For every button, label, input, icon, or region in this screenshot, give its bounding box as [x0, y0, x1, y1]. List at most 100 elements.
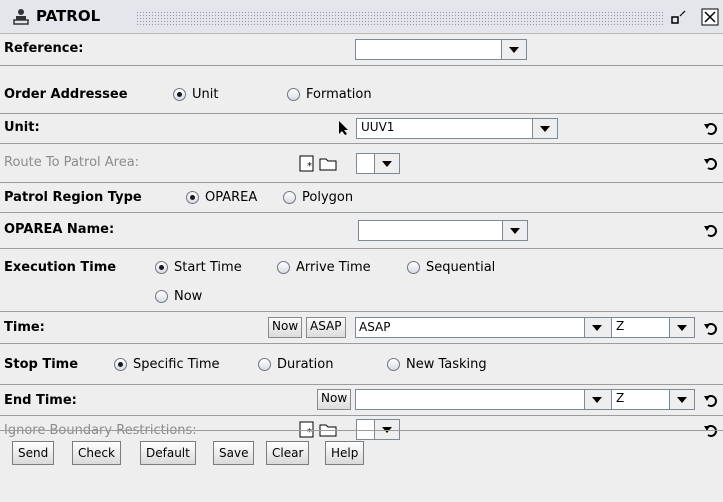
window-title: PATROL [36, 7, 101, 25]
unit-label: Unit: [4, 120, 40, 135]
end-zone-combo[interactable]: Z [611, 389, 695, 410]
svg-text:*: * [307, 427, 312, 438]
radio-oparea-label: OPAREA [205, 190, 258, 205]
default-button[interactable]: Default [140, 441, 196, 465]
person-icon [13, 9, 29, 25]
check-button[interactable]: Check [72, 441, 121, 465]
patrol-region-row: Patrol Region Type OPAREA Polygon [0, 183, 723, 213]
arrow-cursor-icon[interactable] [337, 120, 351, 136]
radio-duration[interactable]: Duration [258, 357, 333, 372]
radio-duration-label: Duration [277, 357, 334, 372]
time-now-button[interactable]: Now [268, 317, 303, 338]
chevron-down-icon[interactable] [374, 154, 399, 173]
radio-unit-indicator[interactable] [173, 88, 186, 101]
radio-start-time[interactable]: Start Time [155, 260, 242, 275]
time-dropdown[interactable] [584, 317, 612, 338]
time-row: Time: Now ASAP ASAP Z [0, 312, 723, 344]
route-row: Route To Patrol Area: * [0, 144, 723, 183]
restore-icon[interactable] [670, 8, 688, 26]
unit-combo[interactable]: UUV1 [356, 118, 558, 139]
end-time-row: End Time: Now Z [0, 385, 723, 416]
patrol-region-label: Patrol Region Type [4, 190, 142, 205]
folder-open-icon[interactable] [318, 154, 338, 173]
order-addressee-label: Order Addressee [4, 87, 128, 102]
radio-now-indicator[interactable] [155, 290, 168, 303]
chevron-down-icon[interactable] [669, 390, 694, 409]
unit-row: Unit: UUV1 [0, 114, 723, 144]
end-dropdown[interactable] [584, 389, 612, 410]
close-icon[interactable] [701, 8, 719, 26]
reference-combo[interactable] [355, 39, 527, 60]
time-zone-combo[interactable]: Z [611, 317, 695, 338]
undo-icon[interactable] [703, 320, 719, 336]
radio-now-label: Now [174, 289, 203, 304]
radio-start-time-label: Start Time [174, 260, 242, 275]
radio-new-tasking[interactable]: New Tasking [387, 357, 487, 372]
radio-arrive-time-indicator[interactable] [277, 261, 290, 274]
radio-polygon-label: Polygon [302, 190, 354, 205]
radio-unit[interactable]: Unit [173, 87, 218, 102]
chevron-down-icon[interactable] [584, 390, 611, 409]
oparea-combo[interactable] [358, 220, 528, 241]
unit-value: UUV1 [361, 120, 395, 134]
reference-row: Reference: [0, 34, 723, 66]
stop-label: Stop Time [4, 357, 79, 372]
chevron-down-icon[interactable] [501, 40, 526, 59]
save-button[interactable]: Save [213, 441, 255, 465]
reference-label: Reference: [4, 41, 84, 56]
end-zone-value: Z [616, 391, 625, 405]
order-addressee-row: Order Addressee Unit Formation [0, 66, 723, 114]
radio-start-time-indicator[interactable] [155, 261, 168, 274]
radio-sequential-label: Sequential [426, 260, 496, 275]
radio-unit-label: Unit [192, 87, 219, 102]
ignore-row: Ignore Boundary Restrictions: * [0, 416, 723, 440]
radio-oparea-indicator[interactable] [186, 191, 199, 204]
radio-polygon[interactable]: Polygon [283, 190, 353, 205]
chevron-down-icon[interactable] [584, 318, 611, 337]
stop-row: Stop Time Specific Time Duration New Tas… [0, 344, 723, 385]
help-button[interactable]: Help [325, 441, 365, 465]
radio-duration-indicator[interactable] [258, 358, 271, 371]
radio-formation-indicator[interactable] [287, 88, 300, 101]
chevron-down-icon[interactable] [669, 318, 694, 337]
oparea-label: OPAREA Name: [4, 222, 115, 237]
end-time-label: End Time: [4, 393, 77, 408]
radio-arrive-time[interactable]: Arrive Time [277, 260, 371, 275]
chevron-down-icon[interactable] [502, 221, 527, 240]
radio-specific-time[interactable]: Specific Time [114, 357, 220, 372]
send-button[interactable]: Send [12, 441, 55, 465]
undo-icon[interactable] [703, 155, 719, 171]
undo-icon[interactable] [703, 222, 719, 238]
radio-formation-label: Formation [306, 87, 372, 102]
time-asap-button[interactable]: ASAP [306, 317, 346, 338]
svg-text:*: * [307, 161, 312, 172]
clear-button[interactable]: Clear [266, 441, 310, 465]
oparea-row: OPAREA Name: [0, 213, 723, 249]
radio-specific-time-label: Specific Time [133, 357, 220, 372]
chevron-down-icon[interactable] [532, 119, 557, 138]
radio-new-tasking-indicator[interactable] [387, 358, 400, 371]
route-label: Route To Patrol Area: [4, 155, 140, 170]
divider [0, 430, 723, 431]
radio-oparea[interactable]: OPAREA [186, 190, 257, 205]
execution-row: Execution Time Start Time Arrive Time Se… [0, 249, 723, 312]
radio-polygon-indicator[interactable] [283, 191, 296, 204]
radio-now[interactable]: Now [155, 289, 202, 304]
radio-sequential-indicator[interactable] [407, 261, 420, 274]
new-document-icon[interactable]: * [298, 154, 318, 173]
radio-specific-time-indicator[interactable] [114, 358, 127, 371]
radio-arrive-time-label: Arrive Time [296, 260, 371, 275]
end-now-button[interactable]: Now [317, 389, 352, 410]
title-bar[interactable]: PATROL [0, 0, 723, 34]
undo-icon[interactable] [703, 392, 719, 408]
end-time-input[interactable] [355, 389, 588, 410]
time-zone-value: Z [616, 319, 625, 333]
execution-label: Execution Time [4, 260, 117, 275]
radio-new-tasking-label: New Tasking [406, 357, 487, 372]
route-combo[interactable] [356, 153, 400, 174]
title-grip [136, 11, 665, 27]
radio-sequential[interactable]: Sequential [407, 260, 495, 275]
radio-formation[interactable]: Formation [287, 87, 372, 102]
undo-icon[interactable] [703, 120, 719, 136]
time-input[interactable]: ASAP [355, 317, 588, 338]
